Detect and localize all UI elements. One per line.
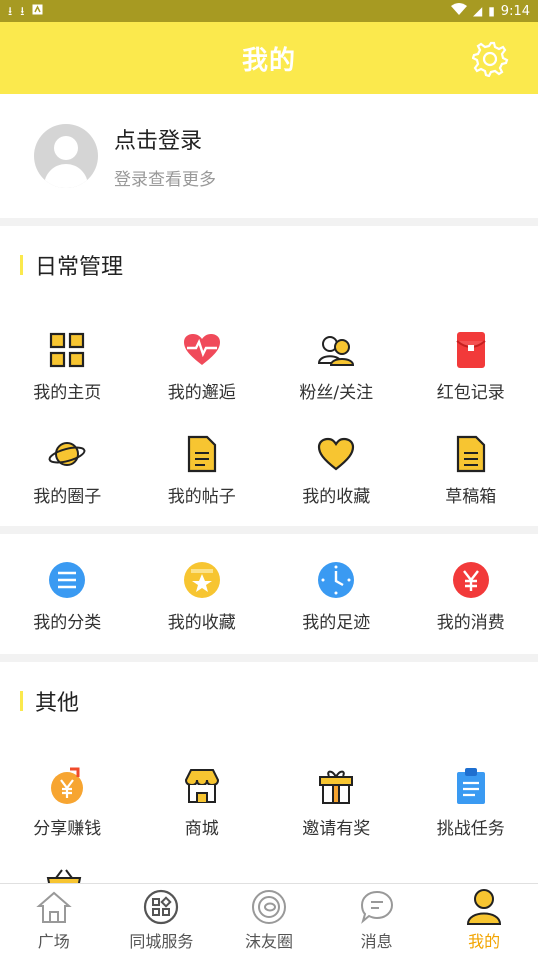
planet-icon xyxy=(47,434,87,474)
tab-plaza[interactable]: 广场 xyxy=(0,884,108,954)
my-collection-button[interactable]: 我的收藏 xyxy=(135,560,270,633)
share-money-icon xyxy=(47,766,87,806)
page-title: 我的 xyxy=(241,45,296,76)
heartbeat-icon xyxy=(182,330,222,370)
download-icon: ⭳ xyxy=(8,4,13,18)
clipboard-icon xyxy=(451,766,491,806)
signal-icon: ◢ xyxy=(472,4,483,18)
user-icon xyxy=(465,888,503,926)
fans-follow-button[interactable]: 粉丝/关注 xyxy=(269,330,404,403)
my-encounters-button[interactable]: 我的邂逅 xyxy=(135,330,270,403)
download-icon: ⭳ xyxy=(20,4,25,18)
header-bar: 我的 xyxy=(0,22,538,94)
quick-links-section: 我的分类 我的收藏 我的足迹 我的消费 xyxy=(0,534,538,654)
shop-icon xyxy=(182,766,222,806)
daily-management-section: 日常管理 我的主页 我的邂逅 粉丝/关注 红包记录 我的圈子 我的帖子 我的收藏… xyxy=(0,226,538,526)
my-posts-button[interactable]: 我的帖子 xyxy=(135,434,270,507)
people-icon xyxy=(316,330,356,370)
tab-messages[interactable]: 消息 xyxy=(323,884,431,954)
clock-time: 9:14 xyxy=(500,3,530,19)
notification-icon xyxy=(32,4,43,19)
services-icon xyxy=(142,888,180,926)
my-homepage-button[interactable]: 我的主页 xyxy=(0,330,135,403)
message-icon xyxy=(358,888,396,926)
tab-friends-circle[interactable]: 沫友圈 xyxy=(215,884,323,954)
challenge-tasks-button[interactable]: 挑战任务 xyxy=(404,766,538,839)
heart-icon xyxy=(316,434,356,474)
circle-icon xyxy=(250,888,288,926)
status-bar: ⭳ ⭳ ◢ ▮ 9:14 xyxy=(0,0,538,22)
my-categories-button[interactable]: 我的分类 xyxy=(0,560,135,633)
my-spending-button[interactable]: 我的消费 xyxy=(404,560,538,633)
star-box-icon xyxy=(182,560,222,600)
invite-rewards-button[interactable]: 邀请有奖 xyxy=(269,766,404,839)
section-title: 其他 xyxy=(20,688,79,716)
share-earn-button[interactable]: 分享赚钱 xyxy=(0,766,135,839)
my-footprints-button[interactable]: 我的足迹 xyxy=(269,560,404,633)
avatar[interactable] xyxy=(34,124,98,188)
settings-gear-icon[interactable] xyxy=(471,39,510,78)
red-packet-icon xyxy=(451,330,491,370)
wifi-icon xyxy=(450,3,467,19)
my-circles-button[interactable]: 我的圈子 xyxy=(0,434,135,507)
battery-icon: ▮ xyxy=(488,4,495,18)
tab-local-services[interactable]: 同城服务 xyxy=(108,884,216,954)
list-circle-icon xyxy=(47,560,87,600)
home-icon xyxy=(35,888,73,926)
draft-icon xyxy=(451,434,491,474)
login-subtitle: 登录查看更多 xyxy=(114,169,216,190)
login-card[interactable]: 点击登录 登录查看更多 xyxy=(0,94,538,218)
my-favorites-button[interactable]: 我的收藏 xyxy=(269,434,404,507)
section-title: 日常管理 xyxy=(20,252,123,280)
red-packet-records-button[interactable]: 红包记录 xyxy=(404,330,538,403)
document-icon xyxy=(182,434,222,474)
grid-icon xyxy=(47,330,87,370)
other-section: 其他 分享赚钱 商城 邀请有奖 挑战任务 xyxy=(0,662,538,892)
gift-icon xyxy=(316,766,356,806)
mall-button[interactable]: 商城 xyxy=(135,766,270,839)
bottom-tab-bar: 广场 同城服务 沫友圈 消息 我的 xyxy=(0,883,538,954)
clock-icon xyxy=(316,560,356,600)
yen-icon xyxy=(451,560,491,600)
tab-mine[interactable]: 我的 xyxy=(430,884,538,954)
login-title[interactable]: 点击登录 xyxy=(114,123,216,155)
drafts-button[interactable]: 草稿箱 xyxy=(404,434,538,507)
